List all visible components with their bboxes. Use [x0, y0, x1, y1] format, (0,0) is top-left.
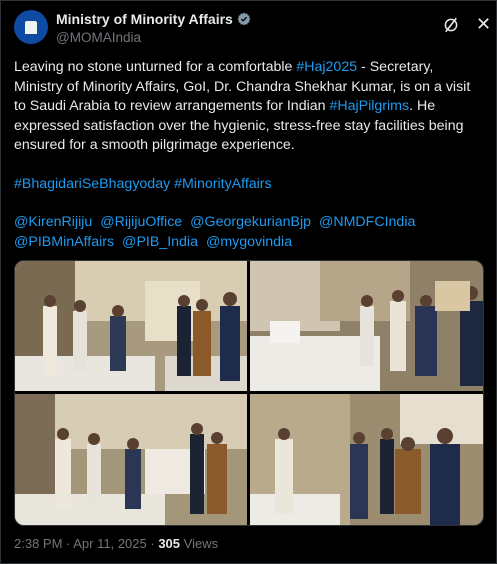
photo-2-image	[250, 261, 483, 391]
hashtag-link[interactable]: #Haj2025	[296, 59, 357, 75]
photo-2[interactable]	[250, 261, 483, 391]
mention-link[interactable]: @PIBMinAffairs	[14, 234, 114, 250]
photo-3[interactable]	[15, 394, 247, 525]
photo-4[interactable]	[250, 394, 483, 525]
post-footer: 2:38 PM · Apr 11, 2025 · 305 Views	[14, 536, 219, 551]
mention-link[interactable]: @GeorgekurianBjp	[190, 214, 311, 230]
account-name[interactable]: Ministry of Minority Affairs	[56, 11, 233, 27]
close-icon[interactable]: ✕	[476, 14, 491, 35]
media-grid	[14, 260, 484, 526]
avatar[interactable]	[14, 10, 48, 44]
mention-link[interactable]: @PIB_India	[122, 234, 198, 250]
emblem-icon	[25, 20, 37, 34]
mention-link[interactable]: @mygovindia	[206, 234, 292, 250]
verified-badge-icon	[237, 12, 251, 26]
mention-link[interactable]: @NMDFCIndia	[319, 214, 415, 230]
account-handle[interactable]: @MOMAIndia	[56, 30, 141, 45]
photo-3-image	[15, 394, 247, 525]
photo-1[interactable]	[15, 261, 247, 391]
mentions: @KirenRijiju @RijijuOffice @Georgekurian…	[14, 213, 484, 252]
post-time[interactable]: 2:38 PM	[14, 536, 62, 551]
post-date[interactable]: Apr 11, 2025	[73, 536, 146, 551]
post-text-part: Leaving no stone unturned for a comforta…	[14, 59, 297, 75]
mention-link[interactable]: @KirenRijiju	[14, 214, 92, 230]
grok-icon[interactable]	[442, 16, 460, 34]
hashtag-link[interactable]: #HajPilgrims	[329, 98, 409, 114]
hashtag-line[interactable]: #BhagidariSeBhagyoday #MinorityAffairs	[14, 176, 272, 192]
account-name-row[interactable]: Ministry of Minority Affairs	[56, 11, 251, 27]
post-header: Ministry of Minority Affairs @MOMAIndia …	[14, 10, 491, 50]
photo-1-image	[15, 261, 247, 391]
photo-4-image	[250, 394, 483, 525]
mention-link[interactable]: @RijijuOffice	[100, 214, 182, 230]
post-text: Leaving no stone unturned for a comforta…	[14, 58, 484, 156]
view-count: 305	[158, 536, 181, 551]
views-label: Views	[183, 536, 219, 551]
